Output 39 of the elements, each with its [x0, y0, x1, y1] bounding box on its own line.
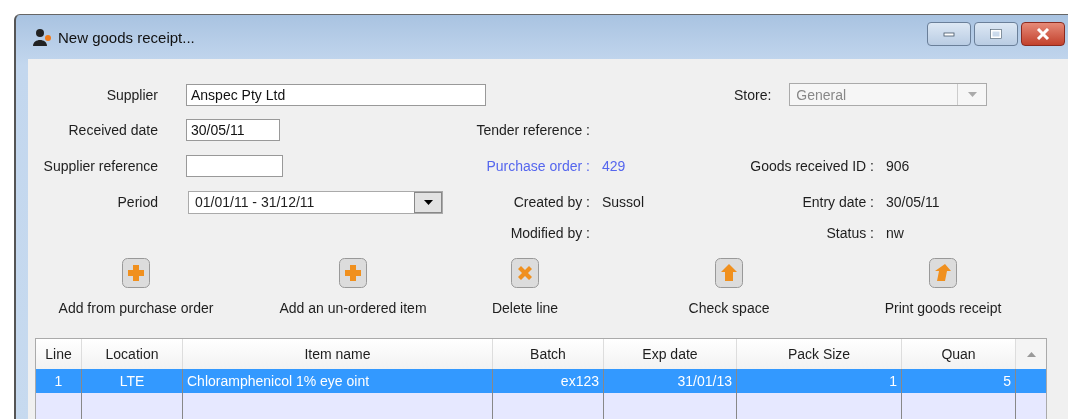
info-label: Status : [825, 225, 875, 241]
purchase-order-number[interactable]: 429 [602, 158, 714, 174]
info-label: Entry date : [801, 194, 875, 210]
add-icon[interactable] [122, 258, 150, 288]
add-icon[interactable] [339, 258, 367, 288]
maximize-button[interactable] [974, 22, 1018, 46]
field-label: Store: [734, 86, 772, 103]
window-title: New goods receipt... [58, 28, 195, 46]
supplier-reference-field[interactable] [186, 155, 283, 177]
toolbar-button-label[interactable]: Check space [688, 300, 770, 316]
close-icon [1036, 28, 1050, 40]
purchase-order-link[interactable]: Purchase order : [472, 158, 602, 174]
caret-icon [423, 199, 433, 205]
person-icon [32, 28, 52, 46]
minimize-icon [943, 31, 955, 37]
close-button[interactable] [1021, 22, 1065, 46]
caret-icon [967, 92, 977, 97]
toolbar-button-label[interactable]: Print goods receipt [884, 300, 1002, 316]
info-label: Modified by : [509, 225, 591, 241]
info-label: Tender reference : [475, 122, 591, 138]
field-label: Received date [67, 122, 159, 138]
period-dropdown[interactable]: 01/01/11 - 31/12/11 [188, 190, 443, 214]
field-label: Period [116, 194, 159, 210]
field-label: Supplier [105, 86, 159, 103]
field-label: Supplier reference [42, 158, 159, 174]
info-value: nw [886, 225, 905, 241]
supplier-field[interactable]: Anspec Pty Ltd [186, 83, 486, 106]
info-label: Created by : [512, 194, 591, 210]
delete-icon[interactable] [511, 258, 539, 288]
toolbar-button-label[interactable]: Delete line [491, 300, 559, 316]
maximize-icon [990, 29, 1002, 39]
minimize-button[interactable] [927, 22, 971, 46]
info-value: 30/05/11 [886, 194, 941, 210]
toolbar-button-label[interactable]: Add from purchase order [58, 300, 214, 316]
date-field[interactable]: 30/05/11 [186, 119, 280, 141]
info-value: Sussol [602, 194, 646, 210]
info-value: 906 [886, 158, 911, 174]
info-label: Goods received ID : [749, 158, 875, 174]
toolbar-button-label[interactable]: Add an un-ordered item [279, 300, 427, 316]
